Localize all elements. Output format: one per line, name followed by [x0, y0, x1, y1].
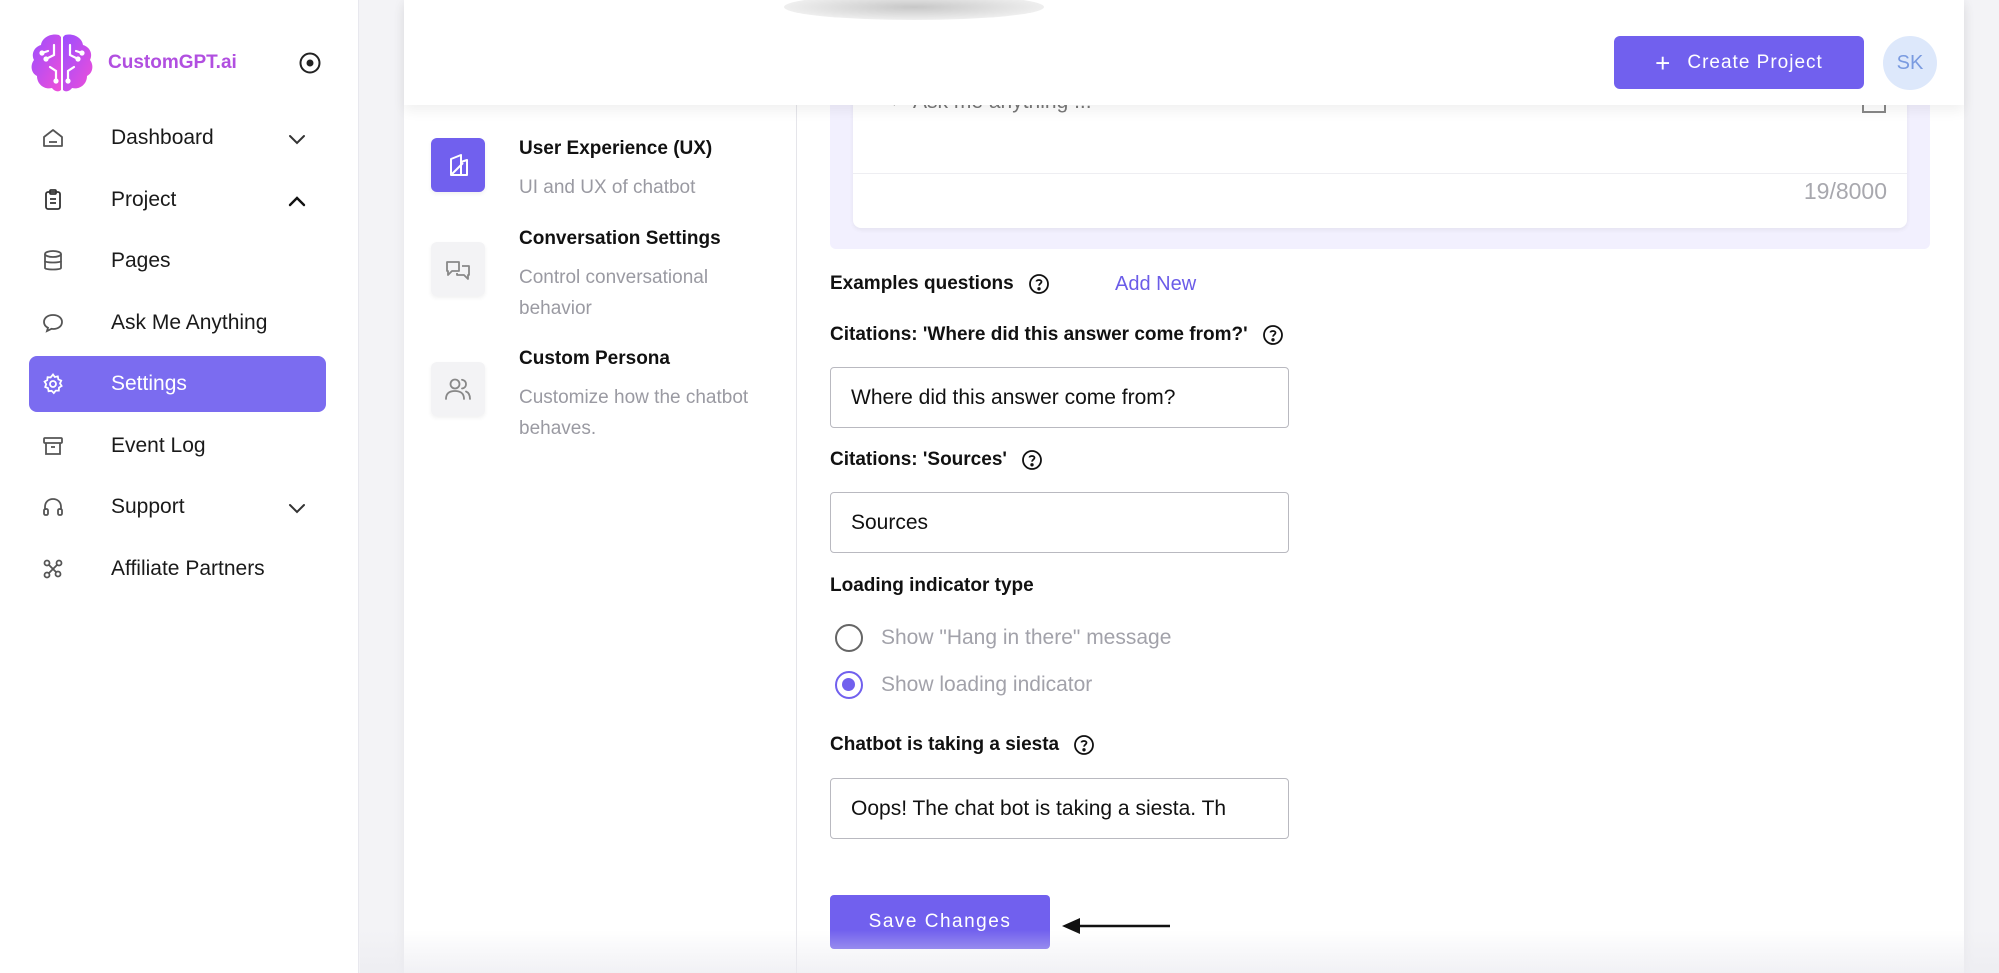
loading-option-indicator[interactable]: Show loading indicator	[835, 671, 1092, 699]
field-label-text: Citations: 'Where did this answer come f…	[830, 324, 1248, 345]
conversation-icon	[431, 242, 485, 296]
avatar[interactable]: SK	[1883, 36, 1937, 90]
create-project-button[interactable]: + Create Project	[1614, 36, 1864, 89]
siesta-message-input[interactable]: Oops! The chat bot is taking a siesta. T…	[830, 778, 1289, 839]
home-icon	[43, 129, 63, 147]
settings-tab-description: UI and UX of chatbot	[519, 177, 696, 198]
radio-label: Show loading indicator	[881, 673, 1093, 696]
chevron-down-icon[interactable]	[286, 128, 308, 150]
help-icon[interactable]	[1021, 449, 1043, 471]
field-label-text: Citations: 'Sources'	[830, 449, 1007, 470]
citation-sources-label: Citations: 'Sources'	[830, 449, 1043, 471]
database-icon	[44, 250, 62, 271]
field-label-text: Chatbot is taking a siesta	[830, 734, 1060, 755]
sidebar-item-label: Event Log	[111, 433, 206, 457]
help-icon[interactable]	[1028, 273, 1050, 295]
loading-indicator-label: Loading indicator type	[830, 575, 1034, 597]
chevron-down-icon[interactable]	[286, 497, 308, 519]
character-counter: 19/8000	[1803, 178, 1887, 204]
users-icon	[431, 362, 485, 416]
sidebar-item-event-log[interactable]: Event Log	[29, 418, 326, 474]
settings-tab-title: User Experience (UX)	[519, 138, 713, 159]
field-label-text: Examples questions	[830, 273, 1014, 294]
sidebar-item-label: Support	[111, 495, 185, 518]
top-shadow	[784, 0, 1044, 20]
sidebar-item-settings[interactable]: Settings	[29, 356, 326, 412]
top-bar: + Create Project SK	[404, 0, 1964, 105]
brand[interactable]: CustomGPT.ai	[28, 28, 237, 98]
help-icon[interactable]	[1073, 734, 1095, 756]
preview-chat-input[interactable]: Ask me anything ... 19/8000	[853, 90, 1907, 228]
citation-sources-input[interactable]: Sources	[830, 492, 1289, 553]
radio-button-selected[interactable]	[835, 671, 863, 699]
archive-icon	[43, 436, 63, 455]
sidebar-item-label: Pages	[111, 249, 171, 272]
examples-questions-label: Examples questions	[830, 273, 1050, 295]
brain-logo-icon	[31, 34, 93, 92]
sidebar-item-label: Ask Me Anything	[111, 310, 268, 334]
citation-question-label: Citations: 'Where did this answer come f…	[830, 324, 1284, 346]
sidebar-item-pages[interactable]: Pages	[29, 233, 326, 289]
sidebar-item-ask-me-anything[interactable]: Ask Me Anything	[29, 295, 326, 351]
radio-label: Show "Hang in there" message	[881, 626, 1172, 649]
chat-bubble-icon	[43, 313, 63, 333]
siesta-label: Chatbot is taking a siesta	[830, 734, 1095, 756]
layout-icon	[431, 138, 485, 192]
settings-tab-description: Customize how the chatbot behaves.	[519, 387, 749, 439]
sidebar-item-label: Settings	[111, 372, 187, 395]
create-project-label: Create Project	[1687, 51, 1823, 73]
radio-button[interactable]	[835, 624, 863, 652]
settings-tab-title: Custom Persona	[519, 348, 670, 369]
sidebar-item-label: Dashboard	[111, 126, 214, 149]
arrow-left-icon	[1062, 918, 1170, 934]
chat-preview: Ask me anything ... 19/8000	[830, 90, 1930, 249]
preview-divider	[853, 173, 1907, 174]
sidebar-toggle-icon[interactable]	[298, 51, 322, 75]
settings-tab-title: Conversation Settings	[519, 228, 721, 249]
sidebar-item-project[interactable]: Project	[29, 172, 326, 228]
sidebar-nav: Dashboard Project Pages Ask Me Anything …	[29, 110, 326, 602]
loading-option-hang-in-there[interactable]: Show "Hang in there" message	[835, 624, 1171, 652]
subnav-divider	[796, 105, 797, 973]
sidebar-item-support[interactable]: Support	[29, 479, 326, 535]
sidebar: CustomGPT.ai Dashboard Project Pages Ask…	[0, 0, 359, 973]
chevron-up-icon[interactable]	[286, 190, 308, 212]
citation-question-input[interactable]: Where did this answer come from?	[830, 367, 1289, 428]
sidebar-item-label: Affiliate Partners	[111, 556, 265, 580]
brand-name: CustomGPT.ai	[108, 52, 237, 73]
settings-tab-description: Control conversational behavior	[519, 267, 709, 319]
clipboard-icon	[45, 188, 61, 210]
gear-icon	[43, 373, 63, 395]
field-label-text: Loading indicator type	[830, 575, 1034, 596]
network-icon	[43, 559, 63, 578]
plus-icon: +	[1655, 47, 1672, 78]
add-new-link[interactable]: Add New	[1115, 273, 1196, 296]
sidebar-item-affiliate-partners[interactable]: Affiliate Partners	[29, 541, 326, 597]
sidebar-item-dashboard[interactable]: Dashboard	[29, 110, 326, 166]
headphones-icon	[43, 498, 63, 516]
save-changes-button[interactable]: Save Changes	[830, 895, 1050, 949]
help-icon[interactable]	[1262, 324, 1284, 346]
sidebar-item-label: Project	[111, 187, 177, 211]
